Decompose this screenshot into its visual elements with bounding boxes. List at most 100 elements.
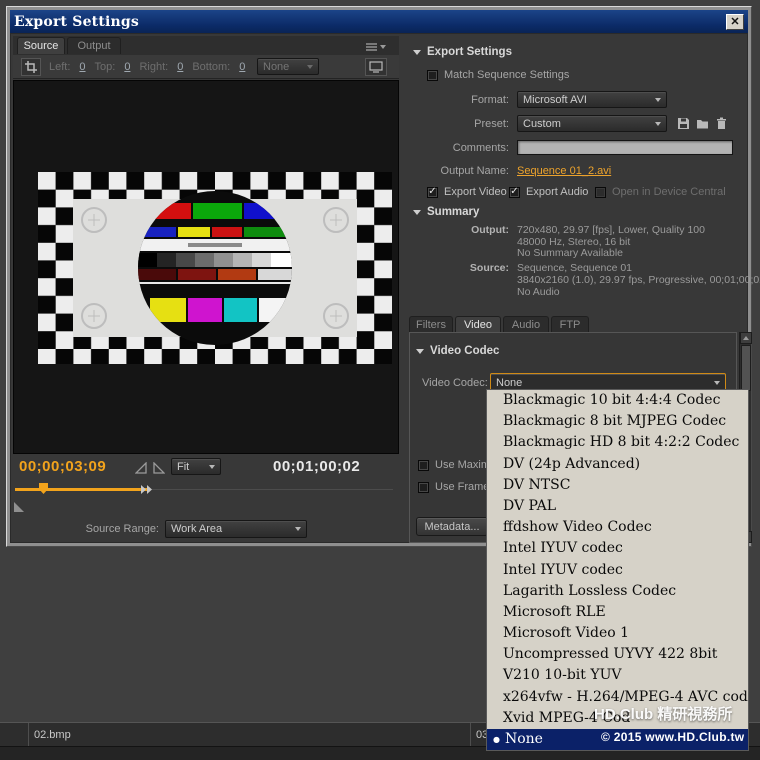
chevron-down-icon — [655, 98, 661, 102]
codec-option[interactable]: Intel IYUV codec — [487, 538, 748, 559]
source-range-dropdown[interactable]: Work Area — [165, 520, 307, 538]
summary-header-label: Summary — [427, 206, 479, 218]
panel-menu-icon[interactable] — [365, 40, 387, 52]
crop-bottom-value[interactable]: 0 — [239, 61, 245, 73]
codec-option[interactable]: Microsoft RLE — [487, 602, 748, 623]
use-maximum-checkbox[interactable] — [418, 460, 429, 471]
export-video-label: Export Video — [444, 186, 507, 198]
video-codec-value: None — [496, 377, 522, 389]
format-dropdown[interactable]: Microsoft AVI — [517, 91, 667, 108]
crop-values: Left: 0 Top: 0 Right: 0 Bottom: 0 — [49, 61, 245, 73]
match-sequence-row: Match Sequence Settings — [427, 69, 569, 81]
chevron-down-icon — [307, 65, 313, 69]
in-point-icon[interactable] — [135, 462, 147, 474]
monitor-icon — [369, 61, 383, 73]
delete-preset-button[interactable] — [713, 115, 729, 131]
tab-source[interactable]: Source — [17, 37, 65, 54]
source-range-label: Source Range: — [51, 523, 159, 535]
close-button[interactable]: ✕ — [726, 14, 744, 30]
duration-timecode: 00;01;00;02 — [273, 458, 360, 475]
view-mode-button[interactable] — [365, 58, 387, 76]
scrubber-area[interactable] — [11, 480, 403, 502]
timeline-clip-label[interactable]: 02.bmp — [34, 729, 71, 741]
scrollbar-thumb[interactable] — [741, 345, 751, 391]
tab-video[interactable]: Video — [455, 316, 501, 333]
scrubber-elapsed[interactable] — [15, 488, 149, 491]
preset-dropdown[interactable]: Custom — [517, 115, 667, 132]
work-area-end-icon[interactable] — [141, 485, 153, 494]
codec-option[interactable]: Microsoft Video 1 — [487, 623, 748, 644]
crop-top-label: Top: — [95, 61, 116, 73]
tab-output[interactable]: Output — [67, 37, 121, 54]
save-preset-button[interactable] — [675, 115, 691, 131]
tab-audio[interactable]: Audio — [503, 316, 549, 333]
check-icon: ✓ — [510, 187, 518, 197]
zoom-handle-icon[interactable] — [14, 502, 25, 512]
codec-option[interactable]: Uncompressed UYVY 422 8bit — [487, 644, 748, 665]
tab-ftp[interactable]: FTP — [551, 316, 589, 333]
metadata-button[interactable]: Metadata... — [416, 517, 488, 536]
crop-top-value[interactable]: 0 — [124, 61, 130, 73]
open-device-central-row: Open in Device Central — [595, 186, 726, 198]
summary-header[interactable]: Summary — [413, 206, 479, 218]
codec-option[interactable]: V210 10-bit YUV — [487, 665, 748, 686]
codec-option[interactable]: Intel IYUV codec — [487, 560, 748, 581]
tab-video-label: Video — [464, 319, 492, 331]
zoom-level-dropdown[interactable]: Fit — [171, 458, 221, 475]
use-frame-blend-checkbox[interactable] — [418, 482, 429, 493]
crop-right-label: Right: — [139, 61, 168, 73]
save-icon — [677, 117, 690, 130]
zoom-level-value: Fit — [177, 461, 189, 473]
video-codec-label: Video Codec: — [422, 377, 488, 389]
export-audio-checkbox[interactable]: ✓ — [509, 187, 520, 198]
summary-source-line2: 3840x2160 (1.0), 29.97 fps, Progressive,… — [517, 274, 760, 286]
codec-option[interactable]: DV PAL — [487, 496, 748, 517]
format-label: Format: — [409, 94, 509, 106]
summary-output-label: Output: — [409, 224, 509, 236]
preset-label: Preset: — [409, 118, 509, 130]
tab-filters[interactable]: Filters — [409, 316, 453, 333]
codec-option[interactable]: Lagarith Lossless Codec — [487, 581, 748, 602]
disclosure-triangle-icon — [413, 50, 421, 55]
transport-bar: 00;00;03;09 Fit 00;01;00;02 — [11, 456, 403, 480]
summary-source-line3: No Audio — [517, 286, 560, 298]
crop-right-value[interactable]: 0 — [177, 61, 183, 73]
codec-option[interactable]: Blackmagic HD 8 bit 4:2:2 Codec — [487, 432, 748, 453]
out-point-icon[interactable] — [153, 462, 165, 474]
summary-source-line1: Sequence, Sequence 01 — [517, 262, 632, 274]
codec-option[interactable]: Blackmagic 10 bit 4:4:4 Codec — [487, 390, 748, 411]
crop-left-value[interactable]: 0 — [79, 61, 85, 73]
summary-output-line3: No Summary Available — [517, 247, 623, 259]
current-timecode[interactable]: 00;00;03;09 — [19, 458, 106, 475]
export-video-row: ✓ Export Video — [427, 186, 507, 198]
codec-selected-label: None — [505, 729, 543, 750]
codec-option[interactable]: DV NTSC — [487, 475, 748, 496]
disclosure-triangle-icon — [413, 210, 421, 215]
crop-left-label: Left: — [49, 61, 70, 73]
codec-option[interactable]: DV (24p Advanced) — [487, 454, 748, 475]
match-sequence-checkbox[interactable] — [427, 70, 438, 81]
codec-dropdown-menu: Blackmagic 10 bit 4:4:4 CodecBlackmagic … — [486, 389, 749, 751]
chevron-down-icon — [714, 381, 720, 385]
crop-bottom-label: Bottom: — [192, 61, 230, 73]
playhead-marker[interactable] — [39, 483, 48, 494]
crop-button[interactable] — [21, 58, 41, 76]
codec-option[interactable]: Blackmagic 8 bit MJPEG Codec — [487, 411, 748, 432]
open-device-central-checkbox — [595, 187, 606, 198]
export-video-checkbox[interactable]: ✓ — [427, 187, 438, 198]
comments-field[interactable] — [517, 140, 733, 155]
video-codec-header[interactable]: Video Codec — [416, 345, 499, 357]
import-preset-button[interactable] — [694, 115, 710, 131]
codec-option[interactable]: ffdshow Video Codec — [487, 517, 748, 538]
clip-divider — [470, 723, 471, 746]
crop-aspect-dropdown[interactable]: None — [257, 58, 319, 75]
scroll-up-button[interactable] — [740, 332, 752, 344]
dialog-titlebar[interactable]: Export Settings ✕ — [10, 10, 748, 33]
output-name-link[interactable]: Sequence 01_2.avi — [517, 165, 611, 177]
format-value: Microsoft AVI — [523, 94, 587, 106]
export-settings-header[interactable]: Export Settings — [413, 46, 512, 58]
preview-area[interactable] — [13, 80, 399, 454]
tab-audio-label: Audio — [512, 319, 540, 331]
export-settings-header-label: Export Settings — [427, 46, 512, 58]
tab-source-label: Source — [24, 40, 59, 52]
